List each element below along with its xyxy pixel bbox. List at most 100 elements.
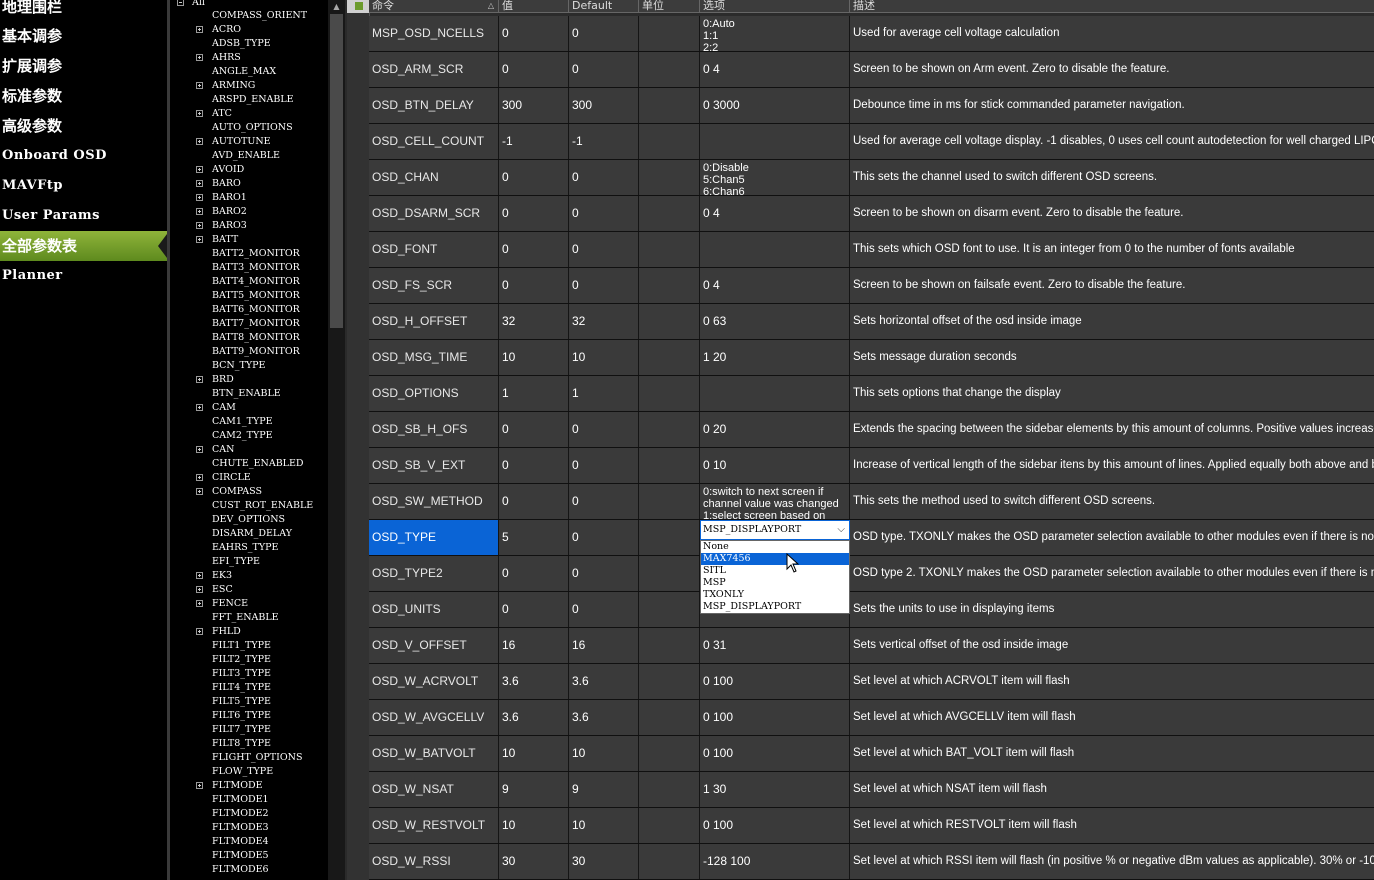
tree-item[interactable]: BATT bbox=[170, 233, 328, 247]
cell-unit[interactable] bbox=[639, 628, 700, 663]
tree-item[interactable]: CAN bbox=[170, 443, 328, 457]
cell-value[interactable]: 0 bbox=[499, 232, 569, 267]
expand-icon[interactable] bbox=[196, 474, 203, 481]
menu-item-1[interactable]: 基本调参 bbox=[0, 21, 167, 51]
cell-default[interactable]: 0 bbox=[569, 520, 639, 555]
cell-options[interactable] bbox=[700, 376, 850, 411]
cell-default[interactable]: 1 bbox=[569, 376, 639, 411]
cell-value[interactable]: 0 bbox=[499, 484, 569, 519]
cell-unit[interactable] bbox=[639, 664, 700, 699]
cell-unit[interactable] bbox=[639, 124, 700, 159]
cell-value[interactable]: 0 bbox=[499, 196, 569, 231]
cell-unit[interactable] bbox=[639, 340, 700, 375]
expand-icon[interactable] bbox=[196, 376, 203, 383]
dropdown-option[interactable]: TXONLY bbox=[701, 589, 849, 601]
cell-value[interactable]: 32 bbox=[499, 304, 569, 339]
tree-item[interactable]: DISARM_DELAY bbox=[170, 527, 328, 541]
expand-icon[interactable] bbox=[196, 488, 203, 495]
cell-options[interactable]: 1 20 bbox=[700, 340, 850, 375]
cell-value[interactable]: 5 bbox=[499, 520, 569, 555]
cell-default[interactable]: 0 bbox=[569, 160, 639, 195]
tree-item[interactable]: FILT5_TYPE bbox=[170, 695, 328, 709]
cell-unit[interactable] bbox=[639, 376, 700, 411]
tree-item[interactable]: AUTO_OPTIONS bbox=[170, 121, 328, 135]
expand-icon[interactable] bbox=[196, 782, 203, 789]
tree-item[interactable]: FLOW_TYPE bbox=[170, 765, 328, 779]
cell-default[interactable]: 30 bbox=[569, 844, 639, 879]
expand-icon[interactable] bbox=[196, 600, 203, 607]
tree-item[interactable]: FLTMODE6 bbox=[170, 863, 328, 877]
cell-unit[interactable] bbox=[639, 268, 700, 303]
cell-value[interactable]: 3.6 bbox=[499, 700, 569, 735]
tree-item[interactable]: ADSB_TYPE bbox=[170, 37, 328, 51]
cell-default[interactable]: 10 bbox=[569, 808, 639, 843]
cell-options[interactable]: 1 30 bbox=[700, 772, 850, 807]
tree-item[interactable]: ACRO bbox=[170, 23, 328, 37]
tree-item[interactable]: BARO1 bbox=[170, 191, 328, 205]
cell-value[interactable]: 16 bbox=[499, 628, 569, 663]
tree-item[interactable]: CIRCLE bbox=[170, 471, 328, 485]
tree-item[interactable]: FENCE bbox=[170, 597, 328, 611]
menu-item-8[interactable]: 全部参数表 bbox=[0, 231, 167, 261]
tree-item[interactable]: CAM1_TYPE bbox=[170, 415, 328, 429]
tree-item[interactable]: FILT3_TYPE bbox=[170, 667, 328, 681]
cell-unit[interactable] bbox=[639, 808, 700, 843]
cell-default[interactable]: 0 bbox=[569, 592, 639, 627]
tree-item[interactable]: COMPASS bbox=[170, 485, 328, 499]
tree-item[interactable]: BARO2 bbox=[170, 205, 328, 219]
tree-item[interactable]: BATT5_MONITOR bbox=[170, 289, 328, 303]
osd-type-select[interactable]: MSP_DISPLAYPORT ⌵ bbox=[700, 520, 850, 540]
tree-item[interactable]: BATT4_MONITOR bbox=[170, 275, 328, 289]
cell-default[interactable]: 0 bbox=[569, 448, 639, 483]
expand-icon[interactable] bbox=[196, 138, 203, 145]
tree-item[interactable]: FHLD bbox=[170, 625, 328, 639]
cell-default[interactable]: 3.6 bbox=[569, 664, 639, 699]
tree-item[interactable]: COMPASS_ORIENT bbox=[170, 9, 328, 23]
cell-value[interactable]: 0 bbox=[499, 556, 569, 591]
cell-options[interactable]: 0 100 bbox=[700, 664, 850, 699]
cell-unit[interactable] bbox=[639, 700, 700, 735]
cell-default[interactable]: 0 bbox=[569, 232, 639, 267]
cell-options[interactable]: 0 4 bbox=[700, 268, 850, 303]
cell-value[interactable]: 10 bbox=[499, 340, 569, 375]
cell-options[interactable]: 0 31 bbox=[700, 628, 850, 663]
cell-default[interactable]: 0 bbox=[569, 16, 639, 51]
cell-default[interactable]: 9 bbox=[569, 772, 639, 807]
osd-type-options-list[interactable]: None MAX7456 SITL MSP TXONLY MSP_DISPLAYPORT bbox=[700, 540, 850, 614]
cell-value[interactable]: -1 bbox=[499, 124, 569, 159]
tree-item[interactable]: ANGLE_MAX bbox=[170, 65, 328, 79]
select-all-corner[interactable] bbox=[347, 0, 369, 13]
cell-options[interactable]: 0 3000 bbox=[700, 88, 850, 123]
cell-unit[interactable] bbox=[639, 448, 700, 483]
cell-options[interactable]: 0:switch to next screen if channel value… bbox=[700, 484, 850, 519]
cell-options[interactable]: 0 4 bbox=[700, 196, 850, 231]
dropdown-option[interactable]: MAX7456 bbox=[701, 553, 849, 565]
chevron-down-icon[interactable]: ⌵ bbox=[837, 521, 845, 539]
tree-item[interactable]: ARMING bbox=[170, 79, 328, 93]
cell-default[interactable]: 300 bbox=[569, 88, 639, 123]
cell-unit[interactable] bbox=[639, 556, 700, 591]
header-default[interactable]: Default bbox=[569, 0, 639, 13]
tree-scrollbar-thumb[interactable] bbox=[330, 14, 343, 328]
cell-default[interactable]: 10 bbox=[569, 340, 639, 375]
tree-item[interactable]: FLTMODE1 bbox=[170, 793, 328, 807]
tree-item[interactable]: EFI_TYPE bbox=[170, 555, 328, 569]
cell-default[interactable]: 3.6 bbox=[569, 700, 639, 735]
header-description[interactable]: 描述 bbox=[850, 0, 1374, 13]
cell-options[interactable]: 0:Auto 1:1 2:2 bbox=[700, 16, 850, 51]
dropdown-option[interactable]: None bbox=[701, 541, 849, 553]
tree-item[interactable]: ESC bbox=[170, 583, 328, 597]
tree-item[interactable]: AVOID bbox=[170, 163, 328, 177]
tree-item[interactable]: ARSPD_ENABLE bbox=[170, 93, 328, 107]
cell-default[interactable]: 0 bbox=[569, 52, 639, 87]
cell-options[interactable]: 0 63 bbox=[700, 304, 850, 339]
cell-unit[interactable] bbox=[639, 16, 700, 51]
tree-item[interactable]: FLTMODE5 bbox=[170, 849, 328, 863]
cell-unit[interactable] bbox=[639, 844, 700, 879]
cell-value[interactable]: 0 bbox=[499, 16, 569, 51]
cell-default[interactable]: 10 bbox=[569, 736, 639, 771]
tree-item[interactable]: AVD_ENABLE bbox=[170, 149, 328, 163]
menu-item-7[interactable]: User Params bbox=[0, 201, 167, 231]
cell-options[interactable]: 0 10 bbox=[700, 448, 850, 483]
tree-item[interactable]: FILT8_TYPE bbox=[170, 737, 328, 751]
